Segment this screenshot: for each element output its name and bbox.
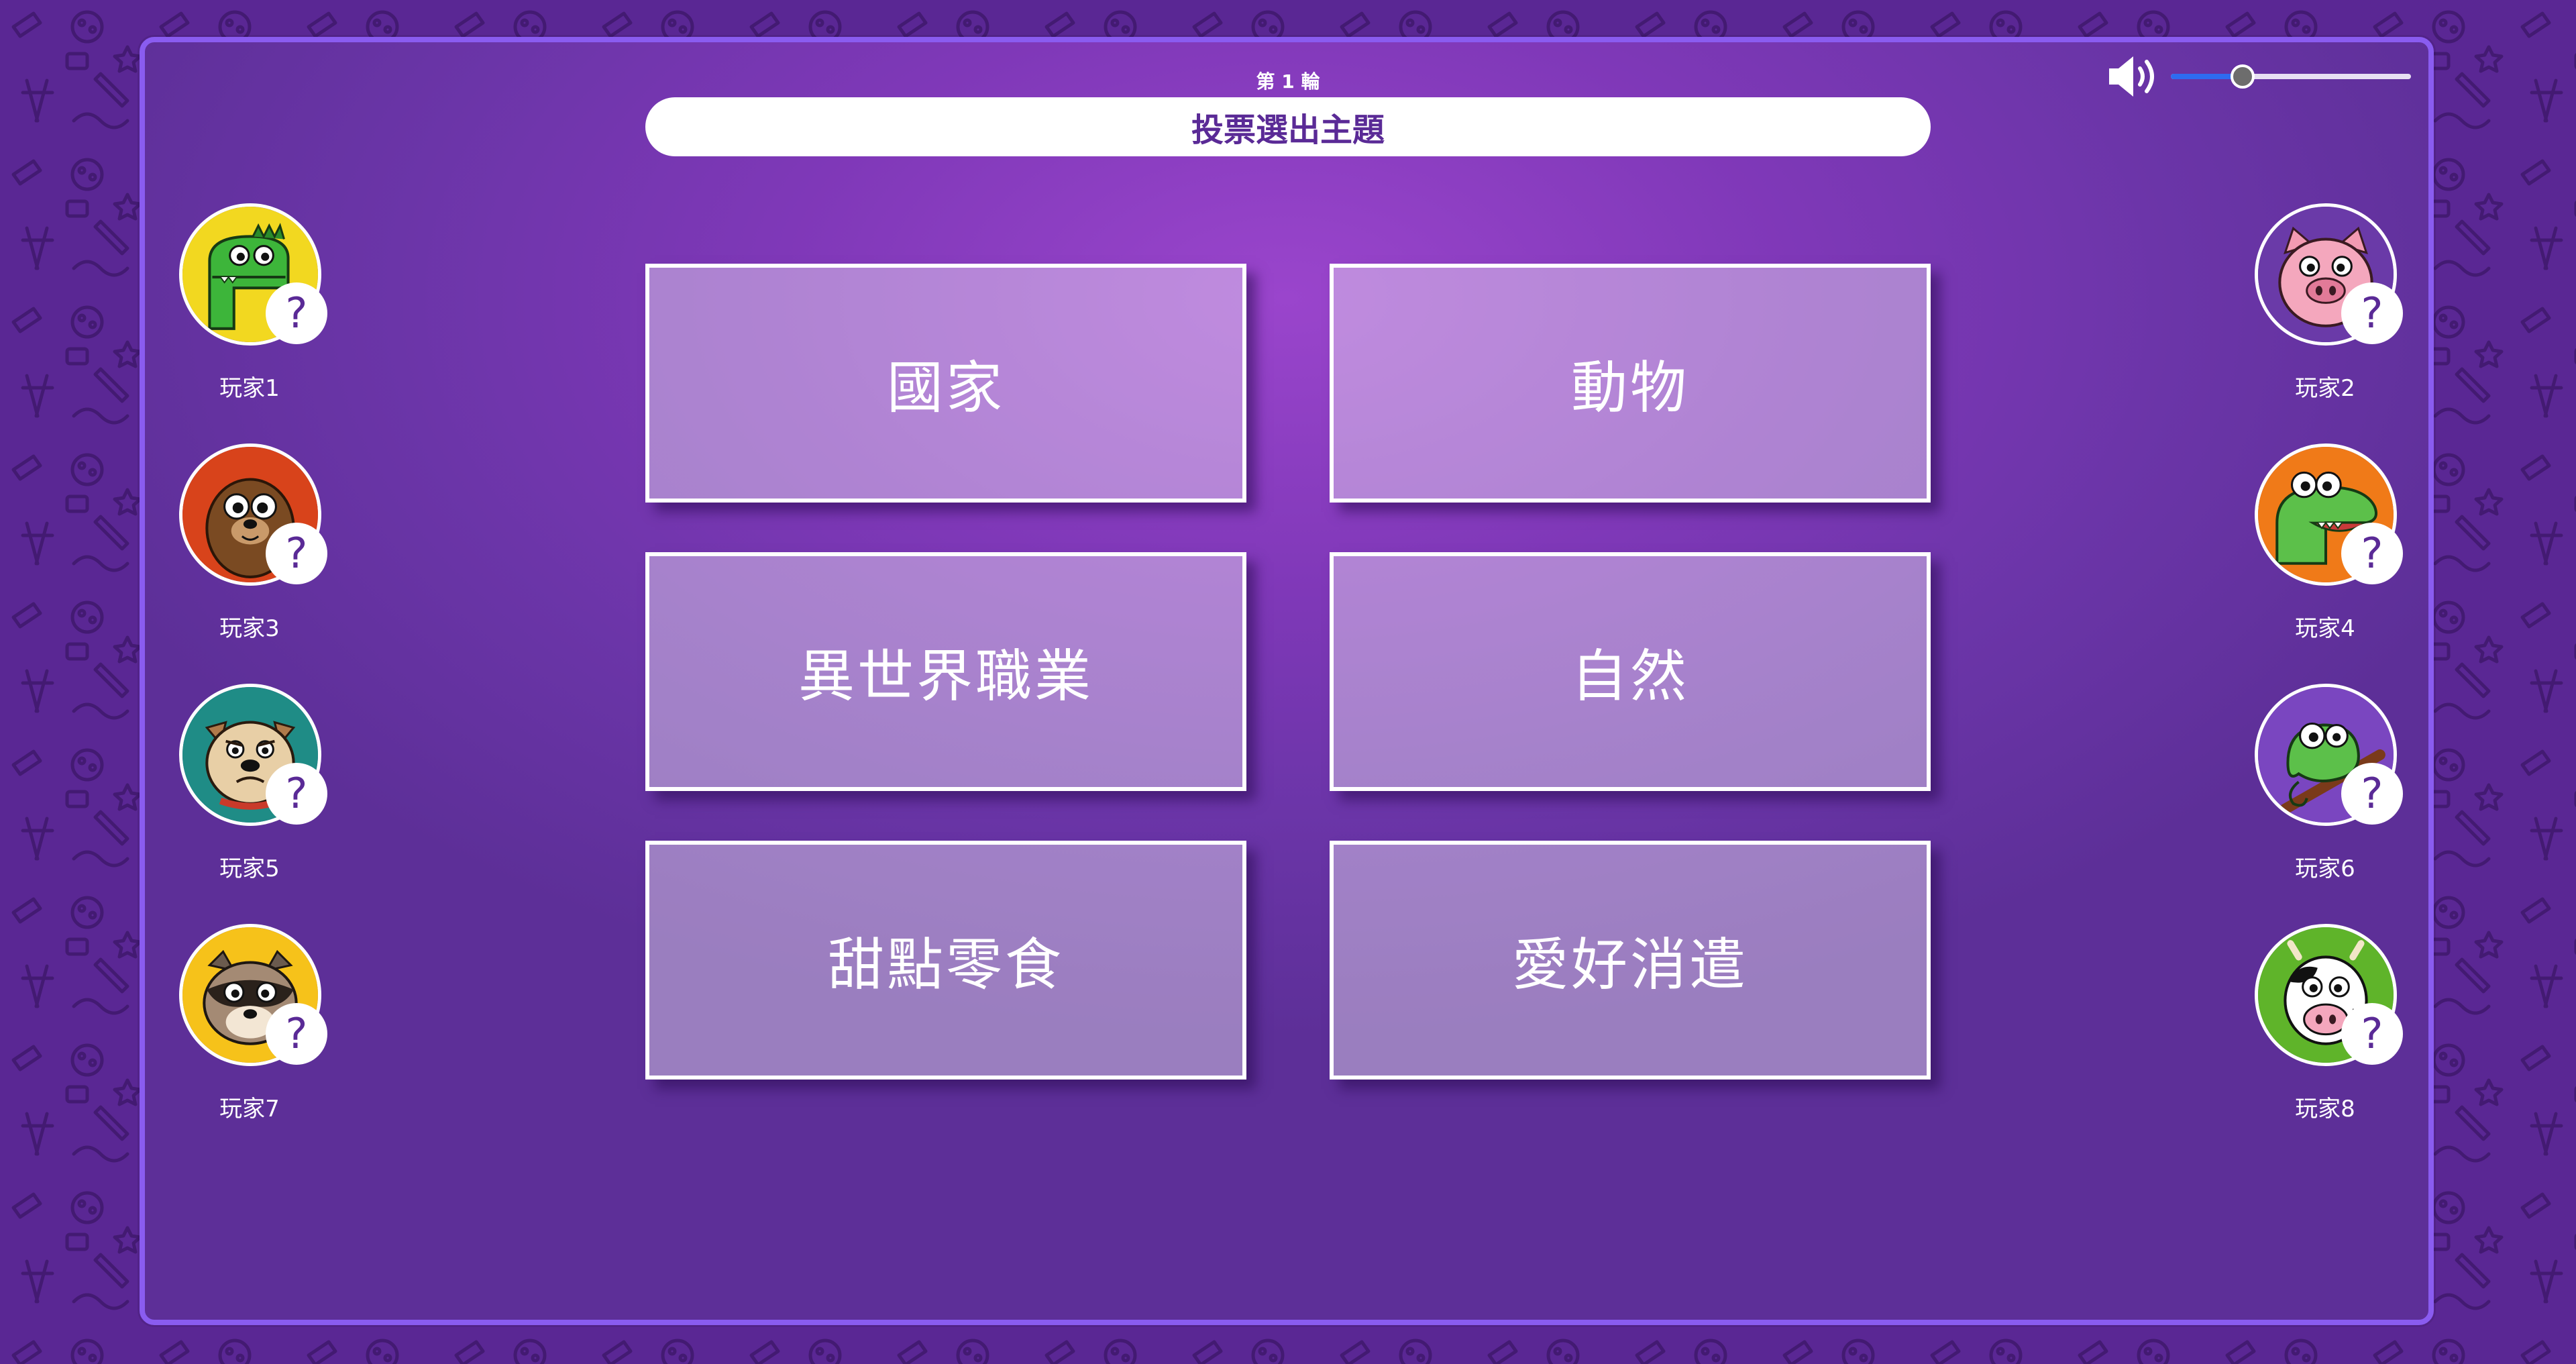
vote-title: 投票選出主題 <box>645 97 1931 156</box>
question-icon: ? <box>2341 763 2403 825</box>
question-icon: ? <box>266 523 327 584</box>
player-name: 玩家5 <box>219 855 280 882</box>
player-slot: ? 玩家7 <box>169 924 330 1139</box>
player-name: 玩家4 <box>2295 615 2355 642</box>
player-slot: ? 玩家1 <box>169 203 330 418</box>
volume-slider[interactable] <box>2171 74 2411 79</box>
topic-label: 異世界職業 <box>798 643 1093 709</box>
topic-label: 國家 <box>886 354 1005 421</box>
question-icon: ? <box>266 763 327 825</box>
question-icon: ? <box>2341 1003 2403 1065</box>
player-name: 玩家2 <box>2295 375 2355 402</box>
player-name: 玩家7 <box>219 1096 280 1122</box>
player-slot: ? 玩家2 <box>2245 203 2406 418</box>
topic-card[interactable]: 甜點零食 <box>645 841 1246 1080</box>
vote-title-text: 投票選出主題 <box>1191 111 1385 149</box>
topic-label: 自然 <box>1570 643 1689 709</box>
question-icon: ? <box>2341 282 2403 344</box>
question-icon: ? <box>266 282 327 344</box>
player-slot: ? 玩家8 <box>2245 924 2406 1139</box>
question-icon: ? <box>266 1003 327 1065</box>
topic-card[interactable]: 動物 <box>1330 264 1931 503</box>
topic-card[interactable]: 異世界職業 <box>645 552 1246 791</box>
player-name: 玩家6 <box>2295 855 2355 882</box>
player-slot: ? 玩家5 <box>169 684 330 898</box>
topic-label: 愛好消遣 <box>1511 931 1748 998</box>
topic-card[interactable]: 國家 <box>645 264 1246 503</box>
player-name: 玩家3 <box>219 615 280 642</box>
volume-control <box>2106 48 2415 105</box>
topic-label: 甜點零食 <box>827 931 1064 998</box>
player-slot: ? 玩家3 <box>169 443 330 658</box>
volume-slider-thumb[interactable] <box>2231 64 2255 89</box>
player-name: 玩家8 <box>2295 1096 2355 1122</box>
speaker-icon[interactable] <box>2106 52 2160 101</box>
player-slot: ? 玩家4 <box>2245 443 2406 658</box>
topic-card[interactable]: 愛好消遣 <box>1330 841 1931 1080</box>
topic-card[interactable]: 自然 <box>1330 552 1931 791</box>
game-panel <box>140 37 2434 1325</box>
player-name: 玩家1 <box>219 375 280 402</box>
topic-label: 動物 <box>1570 354 1689 421</box>
question-icon: ? <box>2341 523 2403 584</box>
round-label: 第 1 輪 <box>1256 70 1320 93</box>
player-slot: ? 玩家6 <box>2245 684 2406 898</box>
